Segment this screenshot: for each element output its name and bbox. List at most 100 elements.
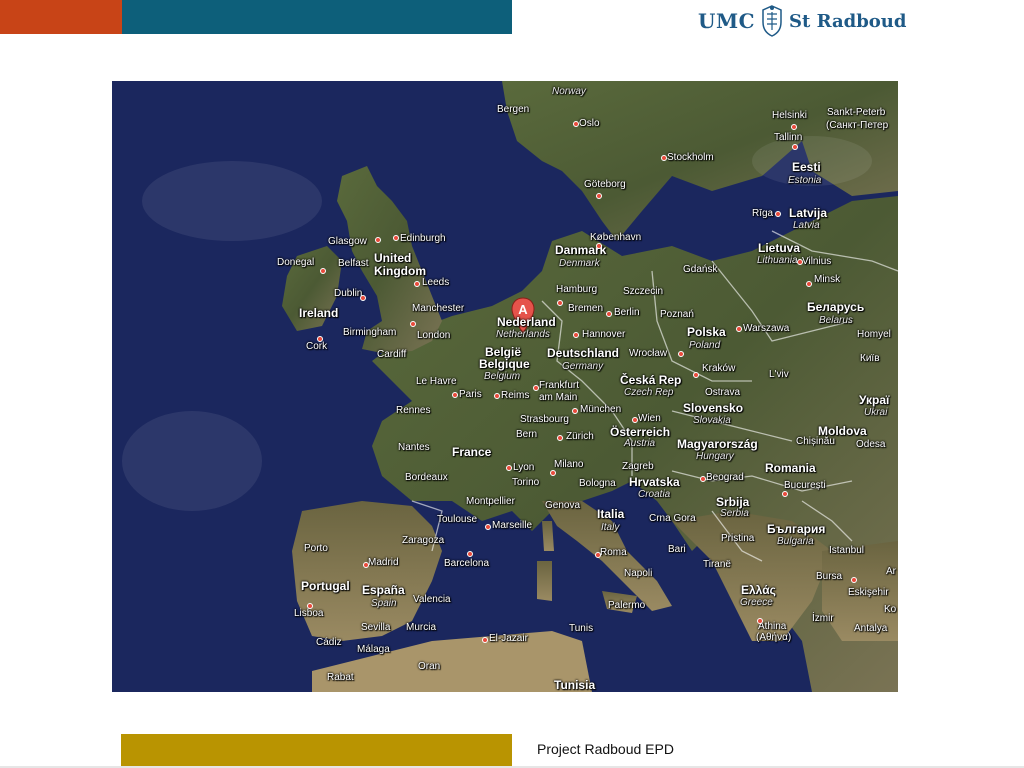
city-genova: Genova (545, 500, 581, 511)
city-dot (557, 435, 563, 441)
city-bari: Bari (668, 544, 686, 555)
city-warszawa: Warszawa (743, 323, 790, 334)
city-dot (678, 351, 684, 357)
city-bordeaux: Bordeaux (405, 472, 448, 483)
logo-umc-text: UMC (698, 9, 755, 33)
city-dot (775, 211, 781, 217)
city-belfast: Belfast (338, 258, 369, 269)
label-ceska-rep: Česká Rep (620, 373, 682, 387)
city-cork: Cork (306, 341, 328, 352)
city-dot (360, 295, 366, 301)
city-wroclaw: Wrocław (629, 348, 668, 359)
city-crna-gora: Crna Gora (649, 513, 696, 524)
city-leeds: Leeds (422, 277, 450, 288)
label-ukraine: Ukrai (864, 407, 888, 418)
city-dot (550, 470, 556, 476)
city-dot (533, 385, 539, 391)
label-germany: Germany (562, 361, 604, 372)
label-srbija: Srbija (716, 495, 750, 509)
city-zagreb: Zagreb (622, 461, 654, 472)
label-slovakia: Slovakia (693, 415, 731, 426)
city-torino: Torino (512, 477, 540, 488)
logo-st-radboud-text: St Radboud (789, 10, 907, 32)
label-ireland: Ireland (299, 306, 339, 320)
city-goteborg: Göteborg (584, 179, 626, 190)
shield-crest-icon (762, 5, 782, 37)
label-romania: Romania (765, 461, 816, 475)
city-dot (467, 551, 473, 557)
city-manchester: Manchester (412, 303, 465, 314)
label-belgium: Belgium (484, 371, 521, 382)
city-sankt-peterburg-cyr: (Санкт-Петер (826, 120, 889, 131)
city-roma: Roma (600, 547, 627, 558)
city-dot (485, 524, 491, 530)
city-murcia: Murcia (406, 622, 437, 633)
label-poland: Poland (689, 340, 721, 351)
label-magyarorszag: Magyarország (677, 437, 758, 451)
city-izmir: İzmir (812, 613, 834, 624)
label-italia: Italia (597, 507, 625, 521)
city-cadiz: Cádiz (316, 637, 342, 648)
city-dot (393, 235, 399, 241)
city-valencia: Valencia (413, 594, 451, 605)
city-vilnius: Vilnius (802, 256, 832, 267)
city-dot (317, 336, 323, 342)
label-france: France (452, 445, 492, 459)
city-homyel: Homyel (857, 329, 891, 340)
city-dot (757, 618, 763, 624)
city-ko: Ko (884, 604, 897, 615)
city-dot (573, 121, 579, 127)
label-bulgaria: Bulgaria (777, 536, 814, 547)
city-barcelona: Barcelona (444, 558, 490, 569)
city-kobenhavn: København (590, 232, 642, 243)
city-rabat: Rabat (327, 672, 354, 683)
city-dot (797, 259, 803, 265)
city-stockholm: Stockholm (667, 152, 714, 163)
city-helsinki: Helsinki (772, 110, 808, 121)
city-porto: Porto (304, 543, 328, 554)
label-lietuva: Lietuva (758, 241, 801, 255)
city-athina-greek: (Αθήνα) (756, 632, 792, 643)
satellite-map-europe[interactable]: A Norway United Kingdom Ireland Danmark … (112, 81, 898, 692)
city-tunis: Tunis (569, 623, 594, 634)
umc-st-radboud-logo[interactable]: UMC St Radboud (698, 3, 906, 39)
city-hannover: Hannover (582, 329, 626, 340)
city-tirane: Tiranë (703, 559, 731, 570)
label-portugal: Portugal (301, 579, 350, 593)
label-ellas: Ελλάς (741, 583, 776, 597)
label-tunisia: Tunisia (554, 678, 596, 692)
city-dot (596, 193, 602, 199)
city-athina: Athina (758, 621, 787, 632)
city-malaga: Málaga (357, 644, 390, 655)
city-poznan: Poznań (660, 309, 694, 320)
city-dot (494, 393, 500, 399)
city-odesa: Odesa (856, 439, 886, 450)
city-tallinn: Tallinn (774, 132, 803, 143)
city-dot (410, 321, 416, 327)
city-dot (482, 637, 488, 643)
city-cardiff: Cardiff (377, 349, 407, 360)
footer-accent-gold (121, 734, 512, 768)
city-donegal: Donegal (277, 257, 315, 268)
city-lviv: L'viv (769, 369, 789, 380)
city-dot (557, 300, 563, 306)
city-oran: Oran (418, 661, 441, 672)
label-czech-rep: Czech Rep (624, 387, 674, 398)
city-dot (596, 243, 602, 249)
city-minsk: Minsk (814, 274, 841, 285)
city-rennes: Rennes (396, 405, 431, 416)
city-madrid: Madrid (368, 557, 399, 568)
city-riga: Rīga (752, 208, 774, 219)
label-espana: España (362, 583, 405, 597)
city-london: London (417, 330, 451, 341)
map-terrain (112, 81, 898, 692)
label-lithuania: Lithuania (757, 255, 798, 266)
city-dot (506, 465, 512, 471)
label-netherlands: Netherlands (496, 329, 550, 340)
label-osterreich: Österreich (610, 425, 671, 439)
city-edinburgh: Edinburgh (400, 233, 446, 244)
city-marseille: Marseille (492, 520, 533, 531)
city-bremen: Bremen (568, 303, 604, 314)
label-hungary: Hungary (696, 451, 734, 462)
city-dot (792, 144, 798, 150)
